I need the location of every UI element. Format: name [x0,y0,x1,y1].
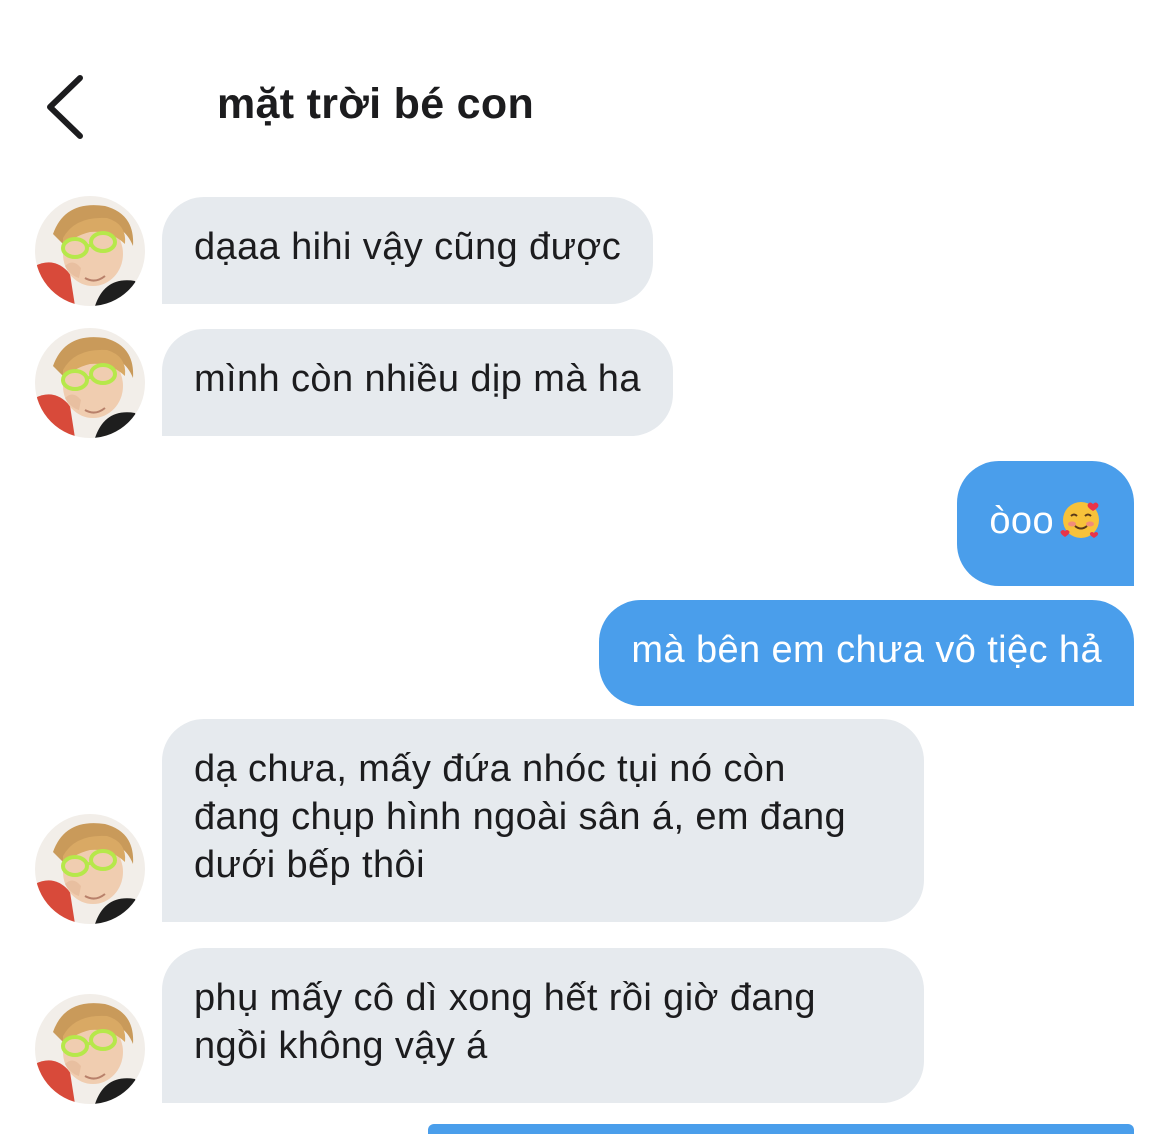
message-text: dạaa hihi vậy cũng được [194,226,622,268]
contact-avatar[interactable] [35,994,145,1104]
message-text-line: đang chụp hình ngoài sân á, em đang [194,796,847,838]
back-button[interactable] [30,62,110,152]
message-text: òoo [989,500,1054,542]
smiling-face-with-hearts-icon [1060,499,1102,541]
message-text-line: phụ mấy cô dì xong hết rồi giờ đang [194,977,816,1019]
message-text-line: ngồi không vậy á [194,1025,488,1067]
message-text-line: dưới bếp thôi [194,844,425,886]
message-text: mà bên em chưa vô tiệc hả [631,629,1102,671]
conversation-title[interactable]: mặt trời bé con [217,78,534,130]
message-text: mình còn nhiều dịp mà ha [194,358,641,400]
outgoing-message-bubble-partial[interactable] [428,1124,1134,1134]
message-text-line: dạ chưa, mấy đứa nhóc tụi nó còn [194,748,786,790]
person-with-sunglasses-avatar [35,196,145,306]
chevron-left-icon [47,75,83,139]
contact-avatar[interactable] [35,196,145,306]
person-with-sunglasses-avatar [35,814,145,924]
outgoing-message-bubble[interactable]: mà bên em chưa vô tiệc hả [599,600,1134,706]
outgoing-message-bubble[interactable]: òoo [957,461,1134,586]
person-with-sunglasses-avatar [35,328,145,438]
incoming-message-bubble[interactable]: dạ chưa, mấy đứa nhóc tụi nó còn đang ch… [162,719,924,922]
incoming-message-bubble[interactable]: phụ mấy cô dì xong hết rồi giờ đang ngồi… [162,948,924,1103]
contact-avatar[interactable] [35,814,145,924]
chat-header: mặt trời bé con [0,0,1169,180]
person-with-sunglasses-avatar [35,994,145,1104]
incoming-message-bubble[interactable]: mình còn nhiều dịp mà ha [162,329,673,436]
incoming-message-bubble[interactable]: dạaa hihi vậy cũng được [162,197,654,304]
contact-avatar[interactable] [35,328,145,438]
